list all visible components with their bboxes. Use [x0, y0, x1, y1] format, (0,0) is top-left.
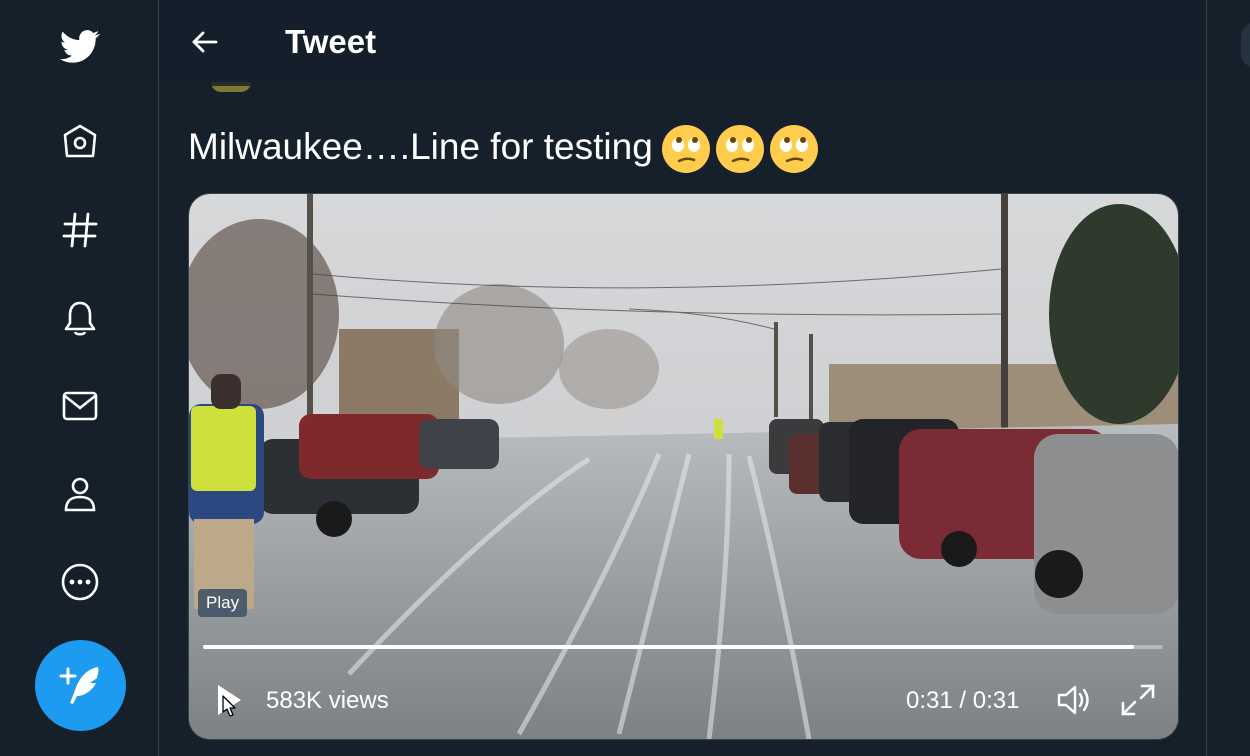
- play-button[interactable]: [211, 682, 247, 718]
- hashtag-icon: [62, 212, 98, 248]
- emoji-row: [661, 124, 819, 174]
- nav-explore[interactable]: [40, 198, 120, 262]
- page-title: Tweet: [285, 23, 377, 60]
- video-time: 0:31 / 0:31: [906, 687, 1020, 714]
- volume-button[interactable]: [1055, 682, 1093, 718]
- main-column: Tweet Milwaukee….Line for testing Play 5…: [159, 0, 1206, 756]
- fullscreen-button[interactable]: [1119, 682, 1157, 718]
- tweet-header: Tweet: [159, 0, 1206, 86]
- volume-icon: [1057, 685, 1089, 715]
- nav-profile[interactable]: [40, 462, 120, 526]
- left-nav: [0, 0, 158, 756]
- back-arrow-icon: [192, 31, 218, 53]
- twitter-bird-icon: [60, 30, 100, 63]
- nav-notifications[interactable]: [40, 286, 120, 350]
- play-tooltip: Play: [198, 589, 248, 617]
- fullscreen-icon: [1121, 684, 1155, 716]
- bell-icon: [64, 301, 96, 336]
- mail-icon: [62, 391, 98, 421]
- home-icon: [63, 124, 97, 158]
- profile-icon: [64, 477, 96, 512]
- search-field-edge[interactable]: [1241, 22, 1250, 68]
- twitter-logo[interactable]: [40, 14, 120, 78]
- video-player[interactable]: Play 583K views 0:31 / 0:31: [188, 193, 1179, 740]
- play-icon: [218, 685, 241, 717]
- app: Tweet Milwaukee….Line for testing Play 5…: [0, 0, 1250, 756]
- tweet-text-block: Milwaukee….Line for testing: [188, 120, 819, 174]
- progress-bar[interactable]: [203, 645, 1163, 649]
- face-with-rolling-eyes-icon: [661, 125, 710, 174]
- tweet-text: Milwaukee….Line for testing: [188, 126, 653, 167]
- nav-more[interactable]: [40, 550, 120, 614]
- progress-bar-fill: [203, 645, 1135, 649]
- view-count: 583K views: [266, 687, 389, 714]
- face-with-rolling-eyes-icon: [715, 125, 764, 174]
- video-frame: [189, 194, 1178, 739]
- right-divider: [1206, 0, 1207, 756]
- face-with-rolling-eyes-icon: [769, 125, 818, 174]
- compose-tweet-icon: [59, 666, 98, 704]
- compose-tweet-button[interactable]: [35, 640, 126, 731]
- nav-messages[interactable]: [40, 374, 120, 438]
- nav-home[interactable]: [40, 110, 120, 174]
- back-button[interactable]: [183, 20, 227, 64]
- more-icon: [61, 563, 99, 601]
